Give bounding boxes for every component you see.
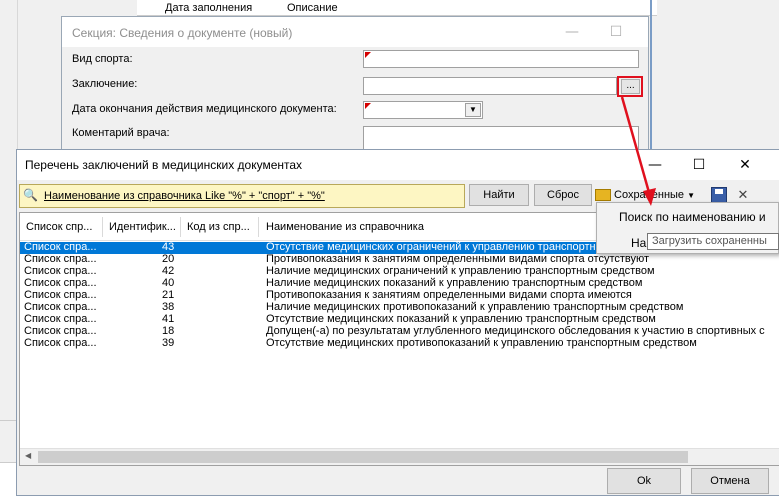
cell-list: Список спра...: [24, 241, 97, 253]
close-icon[interactable]: ✕: [723, 150, 767, 180]
cell-name: Отсутствие медицинских ограничений к упр…: [266, 241, 604, 253]
cancel-button[interactable]: Отмена: [691, 468, 769, 494]
section-dialog: Секция: Сведения о документе (новый) — ☐…: [61, 16, 649, 156]
ok-button[interactable]: Ok: [607, 468, 681, 494]
chevron-down-icon[interactable]: ▼: [465, 103, 481, 117]
background-border: [650, 0, 652, 160]
folder-icon: [595, 189, 611, 202]
cell-name: Допущен(-а) по результатам углубленного …: [266, 325, 765, 337]
background-header-cell: Дата заполнения: [165, 2, 253, 14]
section-dialog-title: Секция: Сведения о документе (новый): [72, 26, 293, 40]
cell-list: Список спра...: [24, 277, 97, 289]
cell-id: 21: [162, 289, 175, 301]
cell-name: Отсутствие медицинских противопоказаний …: [266, 337, 697, 349]
menu-item-second[interactable]: На: [631, 236, 646, 250]
cell-name: Наличие медицинских противопоказаний к у…: [266, 301, 684, 313]
maximize-icon[interactable]: ☐: [594, 17, 638, 47]
find-button[interactable]: Найти: [469, 184, 529, 206]
cell-list: Список спра...: [24, 265, 97, 277]
required-marker-icon: [365, 103, 371, 109]
menu-item-search-by-name[interactable]: Поиск по наименованию и: [619, 210, 766, 224]
cell-list: Список спра...: [24, 325, 97, 337]
chevron-down-icon: ▼: [687, 191, 696, 200]
column-header[interactable]: Идентифик...: [109, 221, 176, 233]
column-divider[interactable]: [102, 217, 103, 237]
horizontal-scrollbar[interactable]: ◀: [20, 448, 779, 465]
cell-list: Список спра...: [24, 289, 97, 301]
cell-id: 43: [162, 241, 175, 253]
cell-name: Противопоказания к занятиям определенным…: [266, 253, 650, 265]
conclusions-dialog-titlebar[interactable]: Перечень заключений в медицинских докуме…: [17, 150, 779, 180]
doctor-comment-label: Коментарий врача:: [72, 127, 170, 139]
minimize-icon[interactable]: —: [550, 17, 594, 47]
saved-button-label: Сохраненные: [614, 189, 685, 201]
background-header-cell: Описание: [287, 2, 338, 14]
column-header[interactable]: Код из спр...: [187, 221, 250, 233]
cell-id: 42: [162, 265, 175, 277]
end-date-label: Дата окончания действия медицинского док…: [72, 103, 337, 115]
required-marker-icon: [365, 52, 371, 58]
cell-id: 38: [162, 301, 175, 313]
cell-name: Противопоказания к занятиям определенным…: [266, 289, 632, 301]
sport-label: Вид спорта:: [72, 53, 133, 65]
cell-id: 41: [162, 313, 175, 325]
column-header[interactable]: Список спр...: [26, 221, 92, 233]
reset-button[interactable]: Сброс: [534, 184, 592, 206]
conclusion-label: Заключение:: [72, 78, 138, 90]
conclusions-dialog-title: Перечень заключений в медицинских докуме…: [25, 158, 303, 172]
cell-id: 20: [162, 253, 175, 265]
save-icon[interactable]: [711, 187, 727, 203]
cell-list: Список спра...: [24, 313, 97, 325]
tooltip: Загрузить сохраненны: [647, 233, 779, 250]
cell-list: Список спра...: [24, 337, 97, 349]
cell-id: 39: [162, 337, 175, 349]
cell-name: Наличие медицинских показаний к управлен…: [266, 277, 643, 289]
scroll-left-icon[interactable]: ◀: [25, 451, 31, 460]
table-row[interactable]: Список спра... 39 Отсутствие медицинских…: [20, 337, 779, 350]
section-dialog-titlebar[interactable]: Секция: Сведения о документе (новый) — ☐: [62, 17, 648, 47]
sport-field[interactable]: [363, 50, 639, 68]
filter-bar[interactable]: 🔍 Наименование из справочника Like "%" +…: [19, 184, 465, 208]
column-divider[interactable]: [258, 217, 259, 237]
cell-name: Отсутствие медицинских показаний к управ…: [266, 313, 656, 325]
conclusion-field[interactable]: [363, 77, 617, 95]
minimize-icon[interactable]: —: [633, 150, 677, 180]
highlight-box: [617, 76, 643, 97]
cell-list: Список спра...: [24, 253, 97, 265]
background-grid-header: Дата заполнения Описание: [137, 0, 657, 16]
cell-id: 40: [162, 277, 175, 289]
column-divider[interactable]: [180, 217, 181, 237]
end-date-combo[interactable]: ▼: [363, 101, 483, 119]
maximize-icon[interactable]: ☐: [677, 150, 721, 180]
cell-name: Наличие медицинских ограничений к управл…: [266, 265, 655, 277]
cell-id: 18: [162, 325, 175, 337]
scrollbar-thumb[interactable]: [38, 451, 688, 463]
column-header[interactable]: Наименование из справочника: [266, 221, 424, 233]
cell-list: Список спра...: [24, 301, 97, 313]
binoculars-icon: 🔍: [23, 188, 38, 202]
filter-text[interactable]: Наименование из справочника Like "%" + "…: [44, 190, 325, 202]
